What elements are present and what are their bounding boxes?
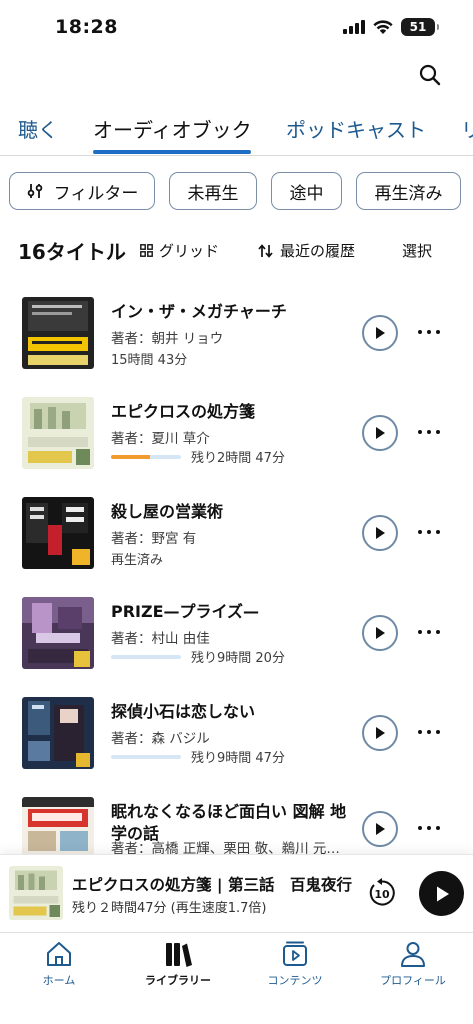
- tab-audiobooks[interactable]: オーディオブック: [93, 114, 252, 143]
- nav-profile[interactable]: プロフィール: [363, 939, 463, 988]
- nav-label: コンテンツ: [267, 974, 323, 987]
- select-label: 選択: [402, 242, 433, 260]
- book-cover: [22, 697, 94, 769]
- now-playing-cover: [9, 866, 63, 920]
- nav-content[interactable]: コンテンツ: [245, 939, 345, 988]
- play-icon: [376, 427, 385, 439]
- wifi-icon: [373, 19, 393, 34]
- nav-library[interactable]: ライブラリー: [128, 939, 228, 988]
- play-icon: [376, 727, 385, 739]
- play-icon: [436, 886, 449, 901]
- grid-icon: [140, 244, 153, 257]
- now-playing-bar[interactable]: エピクロスの処方箋 | 第三話 百鬼夜行 残り２時間47分 (再生速度1.7倍)…: [0, 854, 473, 932]
- bottom-nav: ホーム ライブラリー コンテンツ プロフィール: [0, 932, 473, 1024]
- active-tab-indicator: [93, 150, 251, 154]
- list-item[interactable]: イン・ザ・メガチャーチ 著者：朝井 リョウ 15時間 43分: [0, 297, 473, 397]
- progress-bar: [111, 655, 181, 659]
- chip-in-progress[interactable]: 途中: [271, 172, 342, 210]
- status-time: 18:28: [55, 16, 118, 38]
- list-item[interactable]: エピクロスの処方箋 著者：夏川 草介 残り2時間 47分: [0, 397, 473, 497]
- progress-bar: [111, 755, 181, 759]
- filter-label: フィルター: [53, 183, 139, 204]
- nav-label: ホーム: [42, 974, 76, 987]
- search-icon[interactable]: [417, 62, 443, 88]
- now-playing-remaining: 残り２時間47分 (再生速度1.7倍): [72, 901, 267, 916]
- more-options-button[interactable]: [418, 322, 440, 342]
- chip-finished[interactable]: 再生済み: [356, 172, 461, 210]
- chip-unplayed[interactable]: 未再生: [169, 172, 257, 210]
- book-cover: [22, 397, 94, 469]
- sort-label: 最近の履歴: [280, 242, 356, 260]
- more-options-button[interactable]: [418, 818, 440, 838]
- signal-icon: [343, 20, 365, 34]
- status-icons: 51: [343, 18, 439, 36]
- book-title: エピクロスの処方箋: [111, 402, 256, 421]
- book-cover: [22, 297, 94, 369]
- rewind-10-icon[interactable]: 10: [366, 877, 398, 909]
- progress-fill: [111, 455, 150, 459]
- book-author: 著者：夏川 草介: [111, 431, 210, 447]
- filter-button[interactable]: フィルター: [9, 172, 155, 210]
- play-icon: [376, 823, 385, 835]
- tab-listen[interactable]: 聴く: [18, 114, 58, 143]
- now-playing-play-button[interactable]: [419, 871, 464, 916]
- nav-label: プロフィール: [380, 974, 446, 987]
- profile-icon: [401, 942, 425, 967]
- title-count: 16タイトル: [18, 240, 126, 264]
- play-icon: [376, 627, 385, 639]
- grid-view-button[interactable]: グリッド: [140, 240, 219, 261]
- sort-button[interactable]: 最近の履歴: [258, 240, 355, 261]
- book-duration: 15時間 43分: [111, 353, 188, 368]
- nav-home[interactable]: ホーム: [9, 939, 109, 988]
- tab-podcasts[interactable]: ポッドキャスト: [286, 114, 426, 143]
- book-cover: [22, 497, 94, 569]
- time-remaining: 残り9時間 47分: [191, 751, 285, 766]
- nav-label: ライブラリー: [145, 974, 211, 987]
- library-icon: [166, 943, 192, 967]
- play-icon: [376, 327, 385, 339]
- sort-arrows-icon: [258, 243, 273, 258]
- grid-label: グリッド: [159, 242, 220, 260]
- play-button[interactable]: [362, 715, 398, 751]
- time-remaining: 残り2時間 47分: [191, 451, 285, 466]
- more-options-button[interactable]: [418, 522, 440, 542]
- select-button[interactable]: 選択: [402, 240, 432, 261]
- more-options-button[interactable]: [418, 622, 440, 642]
- book-title: 殺し屋の営業術: [111, 502, 224, 521]
- play-button[interactable]: [362, 615, 398, 651]
- play-button[interactable]: [362, 315, 398, 351]
- play-button[interactable]: [362, 515, 398, 551]
- content-icon: [283, 941, 307, 966]
- book-title: PRIZE—プライズ—: [111, 602, 260, 621]
- progress-bar: [111, 455, 181, 459]
- list-item[interactable]: 殺し屋の営業術 著者：野宮 有 再生済み: [0, 497, 473, 597]
- book-title: 探偵小石は恋しない: [111, 702, 256, 721]
- library-tabs: 聴く オーディオブック ポッドキャスト リ: [0, 104, 473, 156]
- tab-more[interactable]: リ: [461, 114, 473, 143]
- time-remaining: 残り9時間 20分: [191, 651, 285, 666]
- book-status: 再生済み: [111, 553, 164, 568]
- battery-indicator: 51: [401, 18, 439, 36]
- play-button[interactable]: [362, 811, 398, 847]
- book-title: イン・ザ・メガチャーチ: [111, 302, 287, 321]
- skip-seconds-label: 10: [374, 888, 390, 901]
- list-item[interactable]: PRIZE—プライズ— 著者：村山 由佳 残り9時間 20分: [0, 597, 473, 697]
- book-author: 著者：森 バジル: [111, 731, 210, 747]
- play-icon: [376, 527, 385, 539]
- book-author: 著者：野宮 有: [111, 531, 197, 547]
- now-playing-title: エピクロスの処方箋 | 第三話 百鬼夜行: [72, 876, 352, 894]
- home-icon: [47, 942, 71, 966]
- list-item[interactable]: 探偵小石は恋しない 著者：森 バジル 残り9時間 47分: [0, 697, 473, 797]
- book-author: 著者：村山 由佳: [111, 631, 210, 647]
- sliders-icon: [27, 184, 42, 198]
- book-cover: [22, 597, 94, 669]
- status-bar: 18:28 51: [0, 0, 473, 56]
- book-author: 著者：朝井 リョウ: [111, 331, 224, 347]
- more-options-button[interactable]: [418, 722, 440, 742]
- more-options-button[interactable]: [418, 422, 440, 442]
- play-button[interactable]: [362, 415, 398, 451]
